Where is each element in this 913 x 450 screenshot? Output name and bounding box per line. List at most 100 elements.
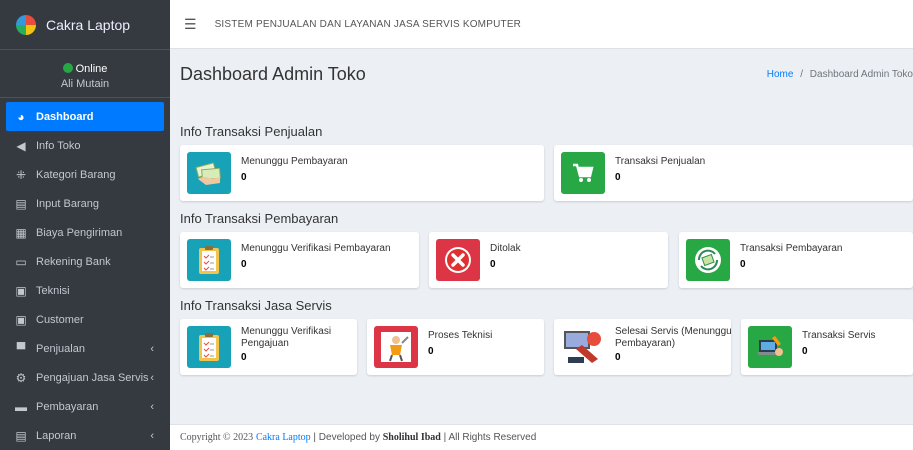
sidebar: Cakra Laptop Online Ali Mutain ◕ Dashboa… bbox=[0, 0, 170, 450]
info-box-label: Menunggu Verifikasi Pengajuan bbox=[241, 326, 332, 349]
info-box-value: 0 bbox=[241, 259, 247, 270]
cogs-icon: ⚙ bbox=[15, 370, 27, 385]
topbar: ☰ SISTEM PENJUALAN DAN LAYANAN JASA SERV… bbox=[170, 0, 913, 49]
info-box-value: 0 bbox=[428, 346, 434, 357]
chalkboard-user-icon: ▣ bbox=[15, 312, 27, 327]
chalkboard-icon: ▣ bbox=[15, 283, 27, 298]
money-icon: ▬ bbox=[15, 399, 27, 414]
report-icon: ▤ bbox=[15, 428, 27, 443]
info-box-value: 0 bbox=[615, 352, 621, 363]
sidebar-item-laporan[interactable]: ▤ Laporan ‹ bbox=[0, 421, 170, 450]
info-box-label: Proses Teknisi bbox=[428, 330, 493, 341]
user-panel: Online Ali Mutain bbox=[0, 50, 170, 98]
payment-hand-icon bbox=[187, 152, 231, 194]
sidebar-item-label: Penjualan bbox=[36, 342, 85, 355]
footer-developed: | Developed by bbox=[313, 432, 380, 443]
online-dot-icon bbox=[62, 63, 73, 73]
credit-card-icon: ▭ bbox=[15, 254, 27, 269]
brand-name: Cakra Laptop bbox=[46, 16, 131, 33]
info-box-transaksi-servis[interactable]: Transaksi Servis 0 bbox=[741, 319, 913, 375]
breadcrumb-current: Dashboard Admin Toko bbox=[809, 68, 913, 80]
brand-logo-icon bbox=[16, 14, 36, 35]
technician-icon bbox=[374, 326, 418, 368]
clipboard-checklist-icon bbox=[187, 326, 231, 368]
breadcrumb-home-link[interactable]: Home bbox=[767, 69, 794, 80]
dashboard-icon: ◕ bbox=[17, 109, 25, 124]
sidebar-item-info-toko[interactable]: ◀ Info Toko bbox=[0, 131, 170, 160]
user-status: Online bbox=[0, 63, 170, 75]
money-exchange-icon bbox=[686, 239, 730, 281]
reject-x-icon bbox=[436, 239, 480, 281]
info-box-menunggu-verifikasi-pembayaran[interactable]: Menunggu Verifikasi Pembayaran 0 bbox=[180, 232, 419, 288]
chevron-left-icon: ‹ bbox=[150, 342, 154, 355]
info-box-label: Transaksi Servis bbox=[802, 330, 876, 341]
info-box-label: Ditolak bbox=[490, 243, 521, 254]
content-header: Dashboard Admin Toko Home / Dashboard Ad… bbox=[170, 49, 913, 99]
sidebar-item-label: Input Barang bbox=[36, 197, 99, 210]
sidebar-item-label: Pengajuan Jasa Servis bbox=[36, 371, 149, 384]
sidebar-item-label: Teknisi bbox=[36, 284, 70, 297]
sidebar-item-kategori-barang[interactable]: ⁜ Kategori Barang bbox=[0, 160, 170, 189]
info-box-transaksi-penjualan[interactable]: Transaksi Penjualan 0 bbox=[554, 145, 913, 201]
info-box-ditolak[interactable]: Ditolak 0 bbox=[429, 232, 668, 288]
info-box-label: Transaksi Penjualan bbox=[615, 156, 706, 167]
info-box-proses-teknisi[interactable]: Proses Teknisi 0 bbox=[367, 319, 544, 375]
brand[interactable]: Cakra Laptop bbox=[0, 0, 170, 50]
section-title-servis: Info Transaksi Jasa Servis bbox=[180, 298, 332, 313]
breadcrumb: Home / Dashboard Admin Toko bbox=[767, 69, 913, 80]
sidebar-item-label: Customer bbox=[36, 313, 84, 326]
footer: Copyright © 2023 Cakra Laptop | Develope… bbox=[170, 424, 913, 450]
sidebar-item-biaya-pengiriman[interactable]: ▦ Biaya Pengiriman bbox=[0, 218, 170, 247]
sidebar-item-customer[interactable]: ▣ Customer bbox=[0, 305, 170, 334]
info-box-selesai-servis[interactable]: Selesai Servis (Menunggu Pembayaran) 0 bbox=[554, 319, 732, 375]
sidebar-item-label: Kategori Barang bbox=[36, 168, 116, 181]
sidebar-item-pengajuan-jasa-servis[interactable]: ⚙ Pengajuan Jasa Servis ‹ bbox=[0, 363, 170, 392]
tags-icon: ⁜ bbox=[15, 167, 27, 182]
clipboard-checklist-icon bbox=[187, 239, 231, 281]
info-box-value: 0 bbox=[615, 172, 621, 183]
sidebar-item-rekening-bank[interactable]: ▭ Rekening Bank bbox=[0, 247, 170, 276]
sidebar-item-dashboard[interactable]: ◕ Dashboard bbox=[6, 102, 164, 131]
sidebar-item-pembayaran[interactable]: ▬ Pembayaran ‹ bbox=[0, 392, 170, 421]
page-title: Dashboard Admin Toko bbox=[180, 63, 366, 84]
sidebar-item-penjualan[interactable]: ▀ Penjualan ‹ bbox=[0, 334, 170, 363]
megaphone-icon: ◀ bbox=[16, 138, 26, 153]
sidebar-item-label: Rekening Bank bbox=[36, 255, 111, 268]
sidebar-item-label: Dashboard bbox=[36, 110, 94, 123]
chevron-left-icon: ‹ bbox=[150, 371, 154, 384]
hamburger-menu-icon[interactable]: ☰ bbox=[184, 16, 197, 33]
sidebar-item-label: Info Toko bbox=[36, 139, 81, 152]
sidebar-item-teknisi[interactable]: ▣ Teknisi bbox=[0, 276, 170, 305]
info-box-value: 0 bbox=[740, 259, 746, 270]
chevron-left-icon: ‹ bbox=[150, 400, 154, 413]
info-box-label: Menunggu Pembayaran bbox=[241, 156, 348, 167]
repair-tools-icon bbox=[561, 326, 605, 368]
topbar-title: SISTEM PENJUALAN DAN LAYANAN JASA SERVIS… bbox=[214, 18, 522, 30]
info-box-menunggu-pembayaran[interactable]: Menunggu Pembayaran 0 bbox=[180, 145, 544, 201]
sidebar-nav: ◕ Dashboard ◀ Info Toko ⁜ Kategori Baran… bbox=[0, 98, 170, 450]
footer-copyright: Copyright © 2023 bbox=[180, 432, 254, 443]
info-box-value: 0 bbox=[241, 172, 247, 183]
info-box-label: Menunggu Verifikasi Pembayaran bbox=[241, 243, 391, 254]
footer-rights: | All Rights Reserved bbox=[443, 432, 537, 443]
footer-developer: Sholihul Ibad bbox=[382, 432, 441, 443]
info-box-label: Transaksi Pembayaran bbox=[740, 243, 843, 254]
breadcrumb-separator: / bbox=[800, 68, 803, 80]
info-box-value: 0 bbox=[490, 259, 496, 270]
sidebar-item-input-barang[interactable]: ▤ Input Barang bbox=[0, 189, 170, 218]
section-title-penjualan: Info Transaksi Penjualan bbox=[180, 124, 323, 139]
info-box-transaksi-pembayaran[interactable]: Transaksi Pembayaran 0 bbox=[679, 232, 913, 288]
info-box-label: Selesai Servis (Menunggu Pembayaran) bbox=[615, 326, 732, 349]
info-box-menunggu-verifikasi-pengajuan[interactable]: Menunggu Verifikasi Pengajuan 0 bbox=[180, 319, 357, 375]
user-name[interactable]: Ali Mutain bbox=[0, 78, 170, 90]
sidebar-item-label: Pembayaran bbox=[36, 400, 99, 413]
laptop-repair-icon bbox=[748, 326, 792, 368]
chevron-left-icon: ‹ bbox=[150, 429, 154, 442]
section-title-pembayaran: Info Transaksi Pembayaran bbox=[180, 211, 339, 226]
footer-brand-link[interactable]: Cakra Laptop bbox=[256, 432, 311, 443]
info-box-value: 0 bbox=[241, 352, 247, 363]
clipboard-icon: ▤ bbox=[15, 196, 27, 211]
sidebar-item-label: Biaya Pengiriman bbox=[36, 226, 123, 239]
cart-icon bbox=[561, 152, 605, 194]
sidebar-item-label: Laporan bbox=[36, 429, 77, 442]
